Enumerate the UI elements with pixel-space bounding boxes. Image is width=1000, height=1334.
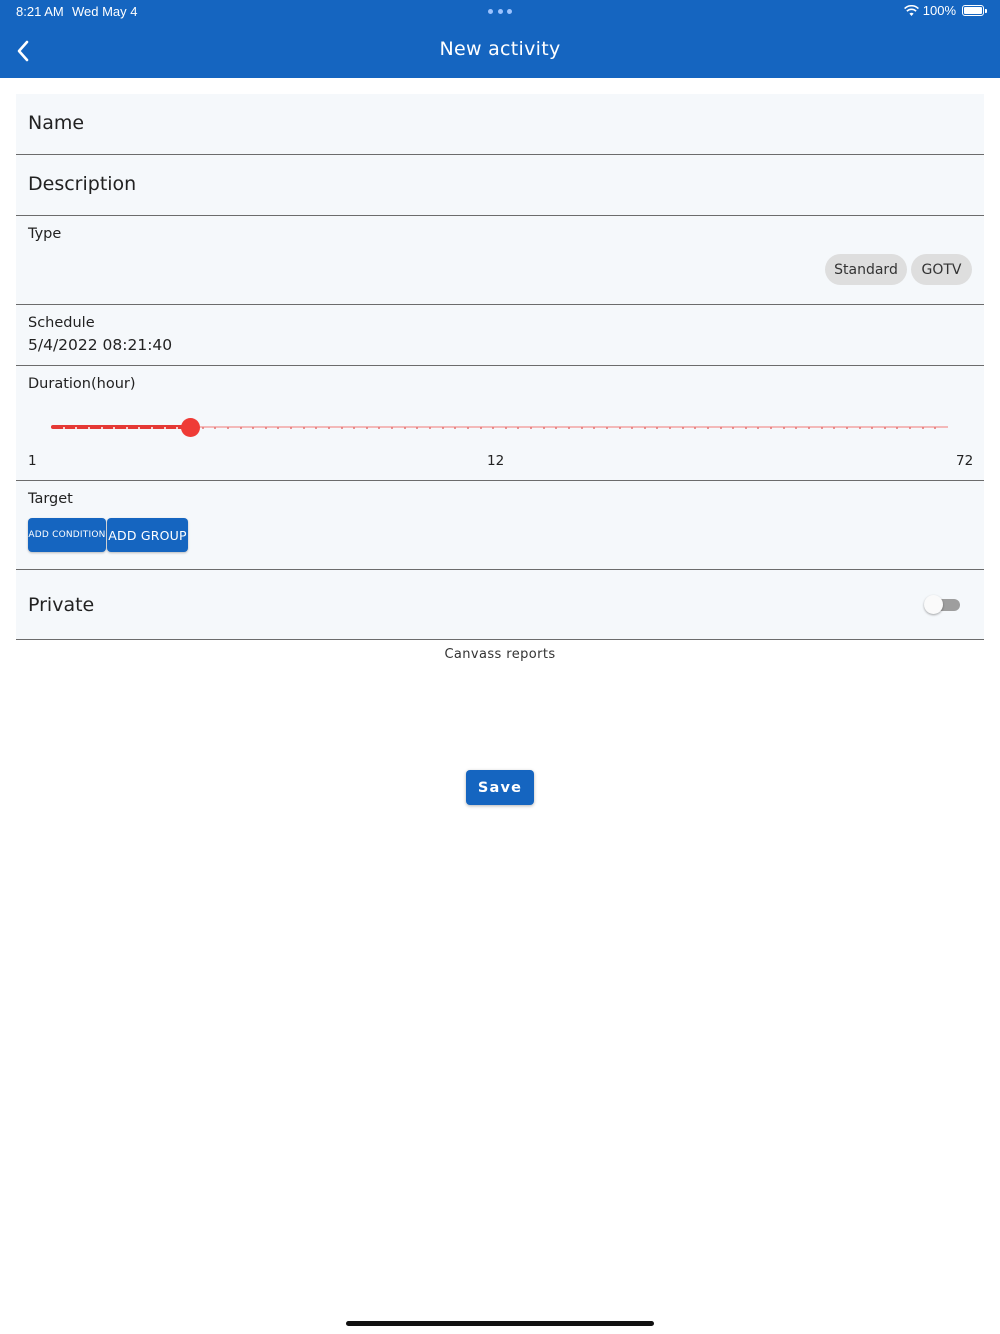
private-toggle[interactable]	[924, 595, 960, 614]
duration-field: Duration(hour) 1 12 72	[16, 366, 984, 481]
target-label: Target	[28, 491, 73, 507]
status-date: Wed May 4	[72, 4, 138, 19]
status-indicators: 100%	[903, 3, 987, 18]
add-group-button[interactable]: ADD GROUP	[107, 518, 188, 552]
description-label: Description	[28, 173, 137, 195]
canvass-reports-link[interactable]: Canvass reports	[0, 647, 1000, 662]
wifi-icon	[903, 4, 919, 16]
slider-tick	[631, 426, 634, 429]
slider-tick	[365, 426, 368, 429]
slider-fill	[51, 425, 190, 429]
slider-tick	[858, 426, 861, 429]
slider-tick	[125, 426, 128, 429]
slider-tick	[643, 426, 646, 429]
slider-tick	[909, 426, 912, 429]
slider-tick	[492, 426, 495, 429]
save-button[interactable]: Save	[466, 770, 534, 805]
slider-tick	[669, 426, 672, 429]
slider-tick	[429, 426, 431, 429]
slider-tick	[504, 426, 507, 429]
slider-tick	[264, 426, 267, 429]
slider-tick	[201, 426, 204, 429]
target-field: Target ADD CONDITION ADD GROUP	[16, 481, 984, 570]
page-title: New activity	[439, 38, 561, 60]
slider-tick	[454, 426, 457, 429]
slider-tick	[530, 426, 533, 429]
activity-form: Name Description Type Standard GOTV Sche…	[16, 94, 984, 640]
name-label: Name	[28, 112, 85, 134]
slider-tick	[770, 426, 773, 429]
slider-tick	[618, 426, 621, 429]
type-chip-standard[interactable]: Standard	[825, 254, 907, 285]
slider-tick	[466, 426, 469, 429]
slider-tick	[239, 426, 242, 429]
slider-tick	[353, 426, 356, 429]
slider-tick	[681, 426, 684, 429]
slider-tick	[479, 426, 482, 429]
slider-tick	[340, 426, 343, 429]
slider-tick	[441, 426, 444, 429]
slider-tick	[100, 426, 103, 429]
slider-tick	[706, 426, 709, 429]
description-field[interactable]: Description	[16, 155, 984, 216]
duration-min-label: 1	[28, 453, 37, 469]
slider-tick	[87, 426, 90, 429]
slider-tick	[226, 426, 229, 429]
slider-tick	[845, 426, 848, 429]
slider-tick	[719, 426, 722, 429]
slider-tick	[542, 426, 545, 429]
schedule-field[interactable]: Schedule 5/4/2022 08:21:40	[16, 305, 984, 366]
slider-tick	[113, 426, 116, 429]
slider-tick	[871, 426, 874, 429]
slider-tick	[833, 426, 836, 429]
slider-tick	[593, 426, 596, 429]
battery-percent: 100%	[922, 3, 956, 18]
schedule-label: Schedule	[28, 315, 95, 331]
slider-tick	[820, 426, 823, 429]
duration-mid-label: 12	[487, 453, 505, 469]
slider-tick	[62, 426, 65, 429]
type-label: Type	[28, 226, 62, 242]
slider-tick	[732, 426, 735, 429]
slider-tick	[605, 426, 608, 429]
slider-tick	[252, 426, 255, 429]
slider-tick	[744, 426, 747, 429]
slider-tick	[921, 426, 924, 429]
battery-icon	[962, 5, 987, 16]
slider-tick	[567, 426, 570, 429]
home-indicator	[346, 1321, 654, 1326]
duration-slider[interactable]	[51, 418, 948, 438]
slider-tick	[391, 426, 394, 429]
status-time: 8:21 AM	[16, 4, 64, 19]
slider-tick	[214, 426, 217, 429]
slider-tick	[151, 426, 154, 429]
slider-tick	[75, 426, 78, 429]
schedule-value: 5/4/2022 08:21:40	[28, 336, 173, 354]
slider-tick	[782, 426, 785, 429]
type-field: Type Standard GOTV	[16, 216, 984, 305]
slider-tick	[883, 426, 886, 429]
slider-thumb[interactable]	[180, 418, 200, 437]
private-label: Private	[28, 594, 95, 616]
slider-tick	[290, 426, 293, 429]
slider-tick	[163, 426, 166, 429]
name-field[interactable]: Name	[16, 94, 984, 155]
add-condition-button[interactable]: ADD CONDITION	[28, 518, 106, 552]
slider-tick	[403, 426, 406, 429]
slider-tick	[327, 426, 330, 429]
slider-tick	[808, 426, 811, 429]
multitasking-dots-icon[interactable]	[488, 9, 512, 15]
duration-max-label: 72	[956, 453, 974, 469]
type-chip-gotv[interactable]: GOTV	[911, 254, 972, 285]
slider-tick	[302, 426, 305, 429]
slider-tick	[580, 426, 583, 429]
toggle-knob	[924, 595, 943, 614]
private-field: Private	[16, 570, 984, 640]
app-bar: 8:21 AM Wed May 4 100% New activity	[0, 0, 1000, 78]
duration-label: Duration(hour)	[28, 376, 136, 392]
